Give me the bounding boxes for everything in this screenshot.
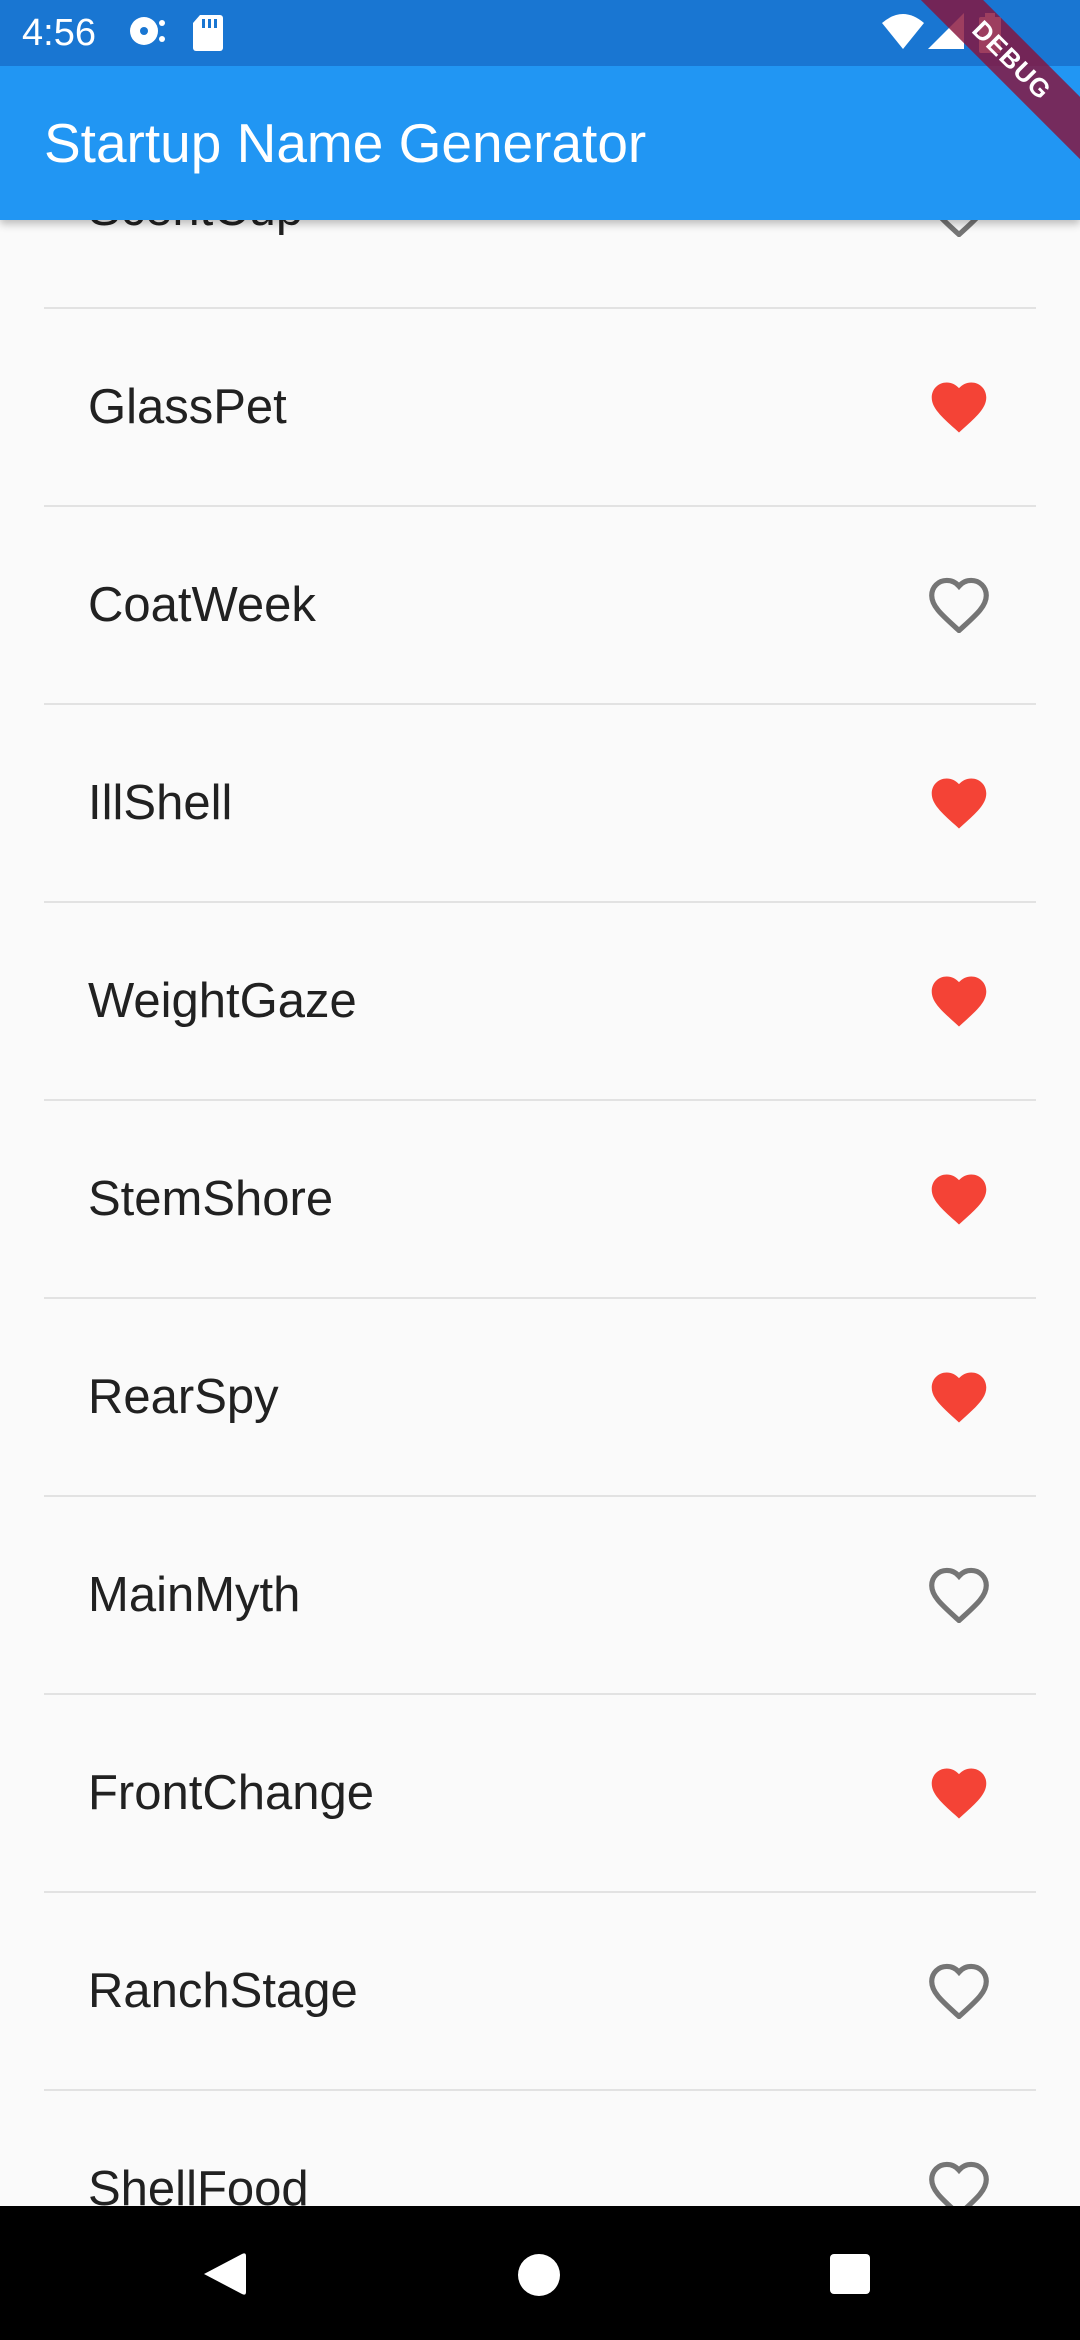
app-screen: 4:56 DEBUG Startup Name Generator GlassP… — [0, 0, 1080, 2340]
favorite-outline-icon[interactable] — [929, 577, 989, 633]
startup-name-label: ScentCup — [88, 220, 303, 307]
navigation-bar — [0, 2206, 1080, 2340]
list-item[interactable]: StemShore — [0, 1101, 1080, 1297]
list-item[interactable]: GlassPet — [0, 309, 1080, 505]
favorite-filled-icon[interactable] — [929, 1369, 989, 1425]
list-item[interactable]: ShellFood — [0, 2091, 1080, 2206]
sd-card-icon — [193, 15, 223, 51]
list-item[interactable]: FrontChange — [0, 1695, 1080, 1891]
recents-icon[interactable] — [830, 2254, 870, 2294]
list-item[interactable]: IllShell — [0, 705, 1080, 901]
media-icon — [130, 17, 165, 45]
list-item[interactable]: RearSpy — [0, 1299, 1080, 1495]
startup-name-list[interactable]: ScentCup GlassPet CoatWeek IllShell WeightGa… — [0, 220, 1080, 2206]
favorite-filled-icon[interactable] — [929, 1765, 989, 1821]
startup-name-label: RearSpy — [88, 1370, 279, 1424]
startup-name-label: MainMyth — [88, 1568, 301, 1622]
favorite-filled-icon[interactable] — [929, 1171, 989, 1227]
startup-name-label: CoatWeek — [88, 578, 316, 632]
home-icon[interactable] — [518, 2254, 560, 2296]
list-item[interactable]: MainMyth — [0, 1497, 1080, 1693]
startup-name-label: WeightGaze — [88, 974, 357, 1028]
wifi-icon — [882, 14, 924, 49]
favorite-outline-icon[interactable] — [929, 220, 989, 237]
list-item[interactable]: WeightGaze — [0, 903, 1080, 1099]
favorite-filled-icon[interactable] — [929, 379, 989, 435]
favorite-outline-icon[interactable] — [929, 1567, 989, 1623]
app-title: Startup Name Generator — [44, 112, 647, 174]
startup-name-label: IllShell — [88, 776, 233, 830]
back-icon[interactable] — [204, 2252, 246, 2296]
list-content: ScentCup GlassPet CoatWeek IllShell WeightGa… — [0, 220, 1080, 2206]
status-bar: 4:56 — [0, 0, 1080, 66]
list-item[interactable]: RanchStage — [0, 1893, 1080, 2089]
startup-name-label: GlassPet — [88, 380, 287, 434]
startup-name-label: StemShore — [88, 1172, 334, 1226]
favorite-outline-icon[interactable] — [929, 1963, 989, 2019]
startup-name-label: ShellFood — [88, 2162, 309, 2206]
list-item[interactable]: ScentCup — [0, 220, 1080, 307]
list-item[interactable]: CoatWeek — [0, 507, 1080, 703]
app-bar: Startup Name Generator — [0, 66, 1080, 220]
startup-name-label: RanchStage — [88, 1964, 358, 2018]
startup-name-label: FrontChange — [88, 1766, 375, 1820]
status-time: 4:56 — [22, 12, 96, 54]
favorite-filled-icon[interactable] — [929, 775, 989, 831]
favorite-filled-icon[interactable] — [929, 973, 989, 1029]
favorite-outline-icon[interactable] — [929, 2161, 989, 2206]
